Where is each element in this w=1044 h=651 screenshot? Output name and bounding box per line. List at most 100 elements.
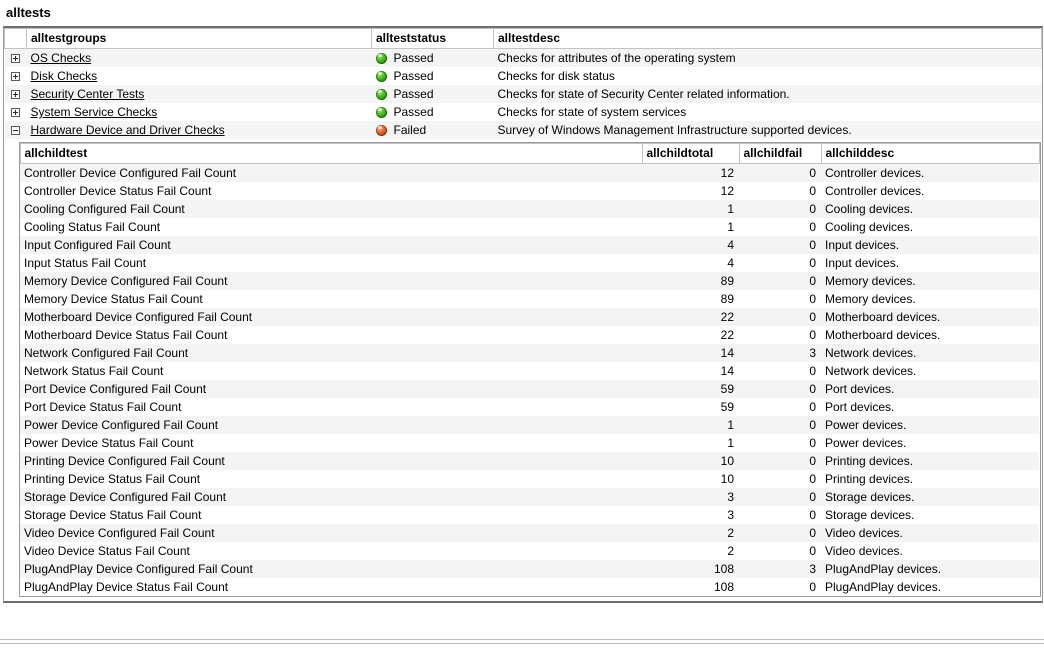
table-row[interactable]: Video Device Status Fail Count 2 0 Video… — [20, 542, 1039, 560]
table-row[interactable]: Port Device Configured Fail Count 59 0 P… — [20, 380, 1039, 398]
table-row[interactable]: Security Center Tests Passed Checks for … — [4, 85, 1042, 103]
table-row[interactable]: Video Device Configured Fail Count 2 0 V… — [20, 524, 1039, 542]
child-desc-cell: Port devices. — [821, 380, 1039, 398]
child-total-cell: 3 — [642, 488, 739, 506]
status-cell: Passed — [372, 67, 494, 85]
group-name-cell[interactable]: System Service Checks — [27, 103, 372, 121]
group-link[interactable]: Hardware Device and Driver Checks — [31, 123, 225, 137]
child-desc-cell: Cooling devices. — [821, 200, 1039, 218]
child-test-cell: Port Device Configured Fail Count — [20, 380, 642, 398]
expand-icon[interactable] — [11, 54, 20, 64]
table-row[interactable]: Memory Device Status Fail Count 89 0 Mem… — [20, 290, 1039, 308]
expander-cell[interactable] — [4, 121, 27, 139]
table-row[interactable]: OS Checks Passed Checks for attributes o… — [4, 48, 1042, 67]
child-desc-cell: Network devices. — [821, 344, 1039, 362]
table-row[interactable]: Disk Checks Passed Checks for disk statu… — [5, 67, 1042, 85]
col-header-allchildtotal[interactable]: allchildtotal — [641, 143, 740, 164]
expand-icon[interactable] — [11, 90, 20, 100]
header-row: allchildtest allchildtotal allchildfail … — [19, 143, 1040, 164]
table-row[interactable]: Input Configured Fail Count 4 0 Input de… — [20, 236, 1039, 254]
child-test-cell: Storage Device Configured Fail Count — [20, 488, 642, 506]
status-cell: Passed — [371, 48, 494, 67]
alltests-table-header: alltestgroups allteststatus alltestdesc — [4, 28, 1042, 49]
table-row[interactable]: Storage Device Configured Fail Count 3 0… — [20, 488, 1039, 506]
group-name-cell[interactable]: OS Checks — [26, 48, 372, 67]
table-row[interactable]: Motherboard Device Status Fail Count 22 … — [20, 326, 1039, 344]
table-row[interactable]: System Service Checks Passed Checks for … — [5, 103, 1042, 121]
col-header-allchilddesc[interactable]: allchilddesc — [820, 143, 1040, 164]
table-row[interactable]: Printing Device Configured Fail Count 10… — [20, 452, 1039, 470]
group-link[interactable]: Security Center Tests — [31, 87, 145, 101]
child-total-cell: 59 — [720, 400, 734, 414]
description-cell: Checks for state of system services — [497, 105, 687, 119]
green-orb-icon — [375, 106, 387, 118]
group-link[interactable]: OS Checks — [31, 51, 92, 65]
child-fail-cell: 0 — [809, 184, 816, 198]
table-row[interactable]: Motherboard Device Configured Fail Count… — [20, 308, 1039, 326]
child-desc-cell: Memory devices. — [825, 292, 916, 306]
table-row[interactable]: Printing Device Status Fail Count 10 0 P… — [20, 470, 1039, 488]
status-label: Passed — [393, 87, 434, 101]
child-total-cell: 10 — [720, 472, 734, 486]
col-header-alltestdesc[interactable]: alltestdesc — [493, 28, 1042, 49]
expand-icon[interactable] — [11, 72, 20, 82]
table-row[interactable]: Network Configured Fail Count 14 3 Netwo… — [20, 344, 1039, 362]
allchild-grid: allchildtest allchildtotal allchildfail … — [18, 142, 1041, 597]
child-total-cell: 14 — [720, 364, 734, 378]
col-header-alltestgroups[interactable]: alltestgroups — [26, 28, 372, 49]
col-header-allteststatus[interactable]: allteststatus — [371, 28, 494, 49]
child-fail-cell: 0 — [739, 200, 821, 218]
table-row[interactable]: Hardware Device and Driver Checks Failed… — [4, 121, 1042, 139]
child-fail-cell: 0 — [739, 163, 821, 182]
group-name-cell[interactable]: Security Center Tests — [26, 85, 372, 103]
table-row[interactable]: PlugAndPlay Device Status Fail Count 108… — [20, 578, 1039, 596]
child-desc-cell: Printing devices. — [825, 472, 914, 486]
child-test-cell: Memory Device Status Fail Count — [24, 292, 203, 306]
child-fail-cell: 0 — [809, 292, 816, 306]
table-row[interactable]: Power Device Status Fail Count 1 0 Power… — [20, 434, 1039, 452]
child-test-cell: Memory Device Configured Fail Count — [20, 272, 642, 290]
child-fail-cell: 0 — [739, 236, 821, 254]
table-row[interactable]: Cooling Status Fail Count 1 0 Cooling de… — [20, 218, 1039, 236]
child-total-cell: 10 — [642, 452, 739, 470]
expander-cell[interactable] — [4, 48, 27, 67]
table-row[interactable]: Port Device Status Fail Count 59 0 Port … — [20, 398, 1039, 416]
group-name-cell[interactable]: Hardware Device and Driver Checks — [26, 121, 372, 139]
collapse-icon[interactable] — [11, 126, 20, 136]
group-name-cell[interactable]: Disk Checks — [27, 67, 372, 85]
table-row[interactable]: Input Status Fail Count 4 0 Input device… — [20, 254, 1039, 272]
col-header-allchildtest[interactable]: allchildtest — [19, 143, 643, 164]
table-row[interactable]: PlugAndPlay Device Configured Fail Count… — [20, 560, 1039, 578]
red-orb-icon — [375, 124, 387, 136]
child-desc-cell: Storage devices. — [825, 508, 915, 522]
group-link[interactable]: System Service Checks — [31, 105, 158, 119]
child-desc-cell: Controller devices. — [825, 184, 925, 198]
expander-cell[interactable] — [5, 103, 27, 121]
table-row[interactable]: Memory Device Configured Fail Count 89 0… — [20, 272, 1039, 290]
table-row[interactable]: Controller Device Status Fail Count 12 0… — [20, 182, 1039, 200]
status-label: Failed — [393, 123, 427, 137]
child-test-cell: PlugAndPlay Device Status Fail Count — [24, 580, 229, 594]
child-total-cell: 14 — [642, 344, 739, 362]
table-row[interactable]: Controller Device Configured Fail Count … — [20, 163, 1039, 182]
child-test-cell: Network Status Fail Count — [24, 364, 164, 378]
child-fail-cell: 0 — [809, 508, 816, 522]
table-row[interactable]: Network Status Fail Count 14 0 Network d… — [20, 362, 1039, 380]
page-title: alltests — [6, 5, 51, 20]
expander-cell[interactable] — [4, 85, 27, 103]
table-row[interactable]: Storage Device Status Fail Count 3 0 Sto… — [20, 506, 1039, 524]
alltests-table-body: OS Checks Passed Checks for attributes o… — [4, 48, 1042, 601]
expand-icon[interactable] — [11, 108, 20, 118]
alltests-table: alltestgroups allteststatus alltestdesc … — [4, 28, 1042, 601]
allchild-table-header: allchildtest allchildtotal allchildfail … — [19, 143, 1040, 164]
expander-header — [4, 28, 27, 49]
group-link[interactable]: Disk Checks — [31, 69, 98, 83]
expander-cell[interactable] — [5, 67, 27, 85]
col-header-allchildfail[interactable]: allchildfail — [738, 143, 822, 164]
child-total-cell: 4 — [642, 236, 739, 254]
table-row[interactable]: Cooling Configured Fail Count 1 0 Coolin… — [20, 200, 1039, 218]
child-total-cell: 12 — [642, 163, 739, 182]
child-fail-cell: 0 — [809, 328, 816, 342]
table-row[interactable]: Power Device Configured Fail Count 1 0 P… — [20, 416, 1039, 434]
child-total-cell: 3 — [727, 508, 734, 522]
